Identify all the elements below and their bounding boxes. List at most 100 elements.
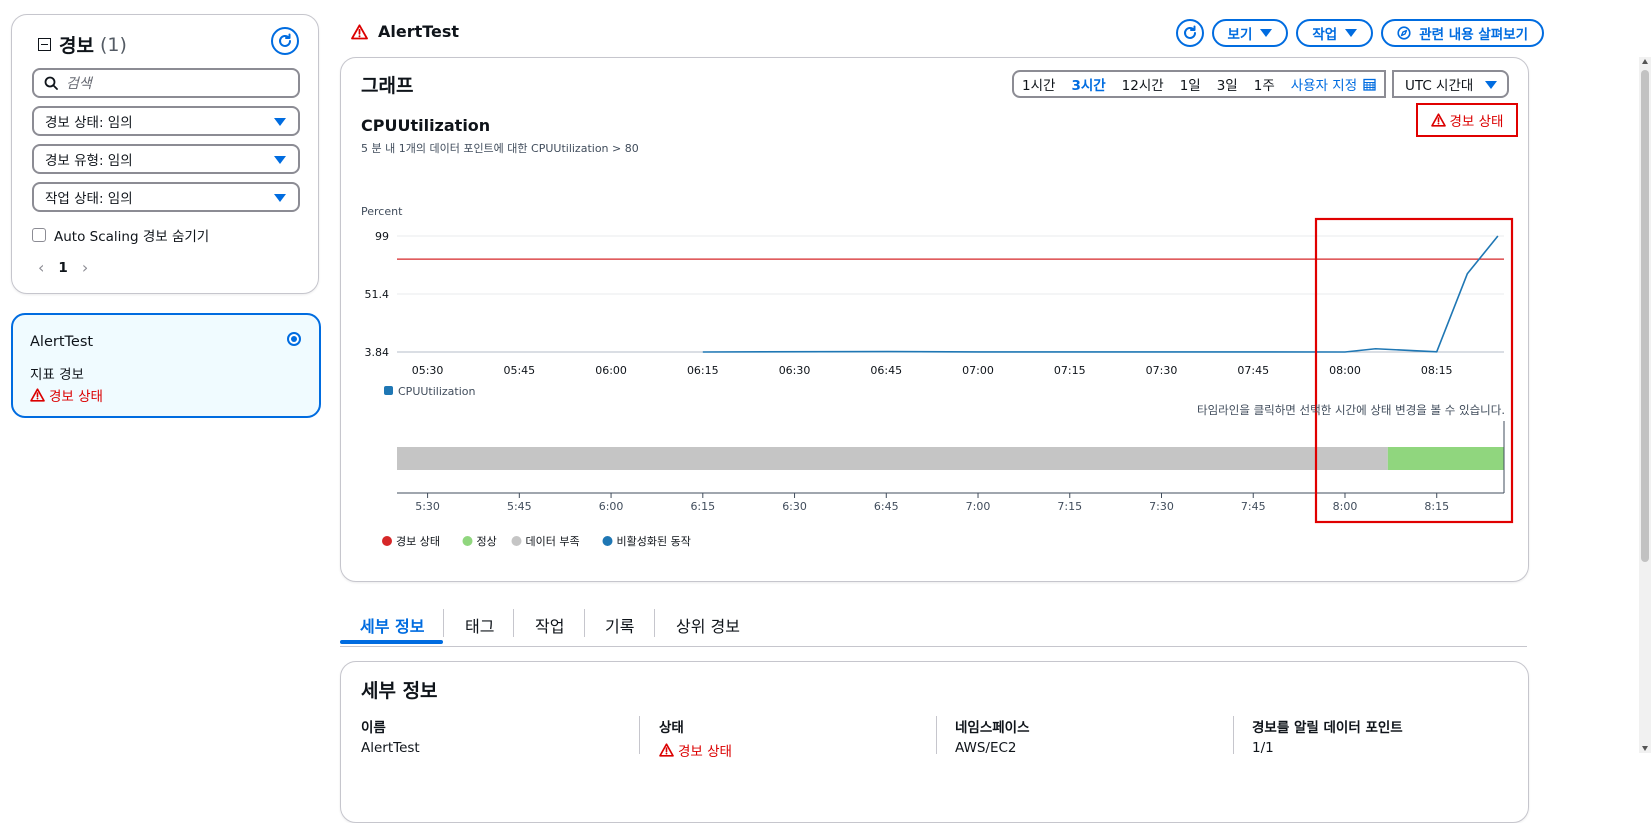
search-placeholder: 검색	[66, 76, 92, 92]
x-tick-label: 07:15	[1054, 364, 1086, 377]
current-page[interactable]: 1	[58, 260, 67, 276]
state-legend-label: 데이터 부족	[526, 535, 580, 548]
explore-related-button[interactable]: 관련 내용 살펴보기	[1381, 19, 1544, 47]
alarm-type-select-label: 경보 유형: 임의	[45, 153, 133, 169]
timeline-tick-label: 6:45	[874, 500, 899, 513]
top-actions: 보기 작업 관련 내용 살펴보기	[1175, 19, 1544, 47]
sidebar-refresh-button[interactable]	[271, 27, 299, 55]
detail-name: 이름 AlertTest	[361, 716, 420, 756]
hide-autoscaling-checkbox[interactable]	[32, 228, 46, 242]
detail-state-value: 경보 상태	[659, 740, 732, 760]
page-title-text: AlertTest	[378, 22, 460, 41]
range-1w[interactable]: 1주	[1254, 74, 1275, 94]
alarm-search-input[interactable]: 검색	[32, 68, 300, 98]
timeline-tick-label: 5:45	[507, 500, 532, 513]
timeline-tick-label: 7:45	[1241, 500, 1266, 513]
range-3d[interactable]: 3일	[1217, 74, 1238, 94]
view-dropdown-label: 보기	[1227, 27, 1253, 43]
hide-autoscaling-label: Auto Scaling 경보 숨기기	[54, 229, 210, 245]
detail-separator	[936, 716, 937, 754]
warning-icon	[30, 388, 45, 402]
alarm-card-alerttest[interactable]: AlertTest 지표 경보 경보 상태	[11, 313, 321, 418]
actions-dropdown-button[interactable]: 작업	[1296, 19, 1374, 47]
tab-separator	[513, 609, 514, 637]
page-scrollbar[interactable]	[1639, 57, 1651, 753]
timeline-tick-label: 6:00	[599, 500, 624, 513]
detail-tabs: 세부 정보 태그 작업 기록 상위 경보	[340, 606, 1527, 647]
caret-down-icon	[1260, 29, 1273, 37]
timeline-tick-label: 8:00	[1333, 500, 1358, 513]
x-tick-label: 06:15	[687, 364, 719, 377]
detail-separator	[639, 716, 640, 754]
caret-down-icon	[274, 156, 286, 164]
compass-icon	[1397, 26, 1411, 40]
timeline-segment-insufficient	[397, 447, 1388, 470]
scrollbar-thumb[interactable]	[1641, 70, 1649, 562]
sidebar: 경보 (1) 검색 경보 상태: 임의 경보 유형: 임의 작업 상태: 임의	[11, 14, 321, 418]
header-refresh-button[interactable]	[1175, 19, 1204, 47]
tab-tags[interactable]: 태그	[465, 613, 494, 637]
scroll-down-icon[interactable]	[1642, 746, 1648, 751]
timeline-tick-label: 7:00	[966, 500, 991, 513]
detail-datapoints-key: 경보를 알릴 데이터 포인트	[1252, 720, 1403, 736]
alarm-state-indicator: 경보 상태	[1416, 103, 1518, 137]
tab-actions[interactable]: 작업	[535, 613, 564, 637]
y-tick-label: 99	[375, 230, 389, 243]
timeline-hint: 타임라인을 클릭하면 선택한 시간에 상태 변경을 볼 수 있습니다.	[1197, 403, 1505, 417]
detail-namespace-key: 네임스페이스	[955, 720, 1030, 736]
range-custom[interactable]: 사용자 지정	[1291, 74, 1376, 94]
state-legend-swatch	[462, 536, 473, 546]
detail-separator	[1233, 716, 1234, 754]
metric-title: CPUUtilization	[361, 116, 491, 135]
detail-namespace-value: AWS/EC2	[955, 740, 1017, 756]
view-dropdown-button[interactable]: 보기	[1211, 19, 1289, 47]
warning-icon	[1430, 113, 1446, 127]
tab-details[interactable]: 세부 정보	[360, 613, 424, 637]
detail-name-key: 이름	[361, 720, 386, 736]
timezone-label: UTC 시간대	[1405, 78, 1474, 94]
x-tick-label: 07:45	[1237, 364, 1269, 377]
alarm-card-state-label: 경보 상태	[49, 389, 103, 405]
state-legend-swatch	[602, 536, 613, 546]
range-1h[interactable]: 1시간	[1022, 74, 1055, 94]
warning-icon	[351, 23, 368, 39]
y-axis-label: Percent	[361, 205, 403, 218]
collapse-icon[interactable]	[38, 38, 51, 51]
range-1d[interactable]: 1일	[1180, 74, 1201, 94]
action-state-select[interactable]: 작업 상태: 임의	[32, 182, 300, 212]
y-tick-label: 51.4	[365, 288, 390, 301]
alarm-state-indicator-label: 경보 상태	[1449, 114, 1504, 130]
x-tick-label: 06:00	[595, 364, 627, 377]
x-tick-label: 05:45	[503, 364, 535, 377]
detail-state: 상태 경보 상태	[659, 716, 732, 760]
range-3h[interactable]: 3시간	[1071, 74, 1105, 94]
tab-separator	[654, 609, 655, 637]
timeline-tick-label: 7:15	[1057, 500, 1082, 513]
alarm-type-select[interactable]: 경보 유형: 임의	[32, 144, 300, 174]
alarms-title: 경보	[59, 35, 94, 57]
alarm-card-radio[interactable]	[287, 332, 301, 346]
next-page-icon[interactable]: ›	[82, 258, 88, 277]
prev-page-icon[interactable]: ‹	[38, 258, 44, 277]
refresh-icon	[1183, 25, 1196, 39]
x-tick-label: 06:30	[779, 364, 811, 377]
timeline-tick-label: 5:30	[415, 500, 440, 513]
range-12h[interactable]: 12시간	[1122, 74, 1164, 94]
tab-active-indicator	[340, 640, 443, 644]
alarm-card-name: AlertTest	[30, 334, 94, 350]
timezone-select[interactable]: UTC 시간대	[1392, 70, 1509, 98]
action-state-select-label: 작업 상태: 임의	[45, 191, 133, 207]
caret-down-icon	[1345, 29, 1358, 37]
x-tick-label: 07:30	[1146, 364, 1178, 377]
hide-autoscaling-row: Auto Scaling 경보 숨기기	[32, 225, 209, 245]
tab-parent-alarms[interactable]: 상위 경보	[676, 613, 740, 637]
tab-history[interactable]: 기록	[605, 613, 634, 637]
cpu-utilization-chart[interactable]: Percent 99 51.4 3.84 05:30 05:45 06:00 06:15 06:…	[341, 198, 1528, 568]
refresh-icon	[279, 33, 291, 47]
calendar-icon	[1363, 78, 1376, 91]
alarm-card-state: 경보 상태	[30, 385, 103, 405]
alarm-state-select[interactable]: 경보 상태: 임의	[32, 106, 300, 136]
scroll-up-icon[interactable]	[1642, 59, 1648, 64]
graph-panel: 그래프 1시간 3시간 12시간 1일 3일 1주 사용자 지정 UTC 시간대…	[340, 57, 1529, 582]
detail-datapoints-value: 1/1	[1252, 740, 1274, 756]
